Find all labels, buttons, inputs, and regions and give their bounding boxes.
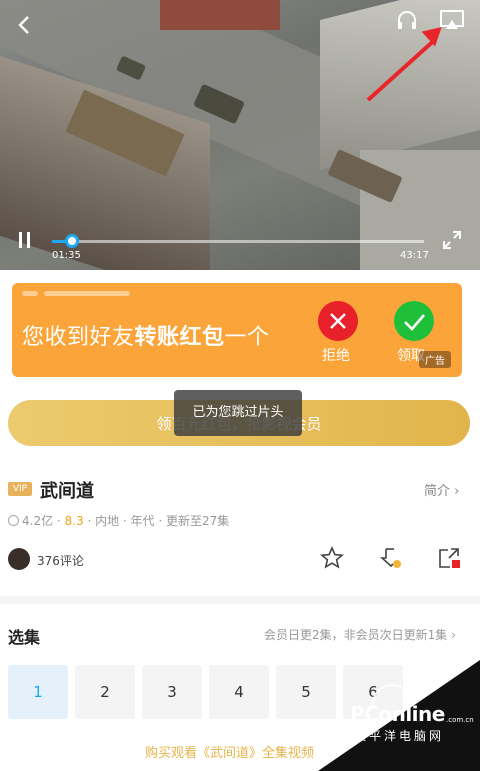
intro-link[interactable]: 简介 › xyxy=(424,480,459,499)
video-frame-building xyxy=(160,0,280,30)
back-icon[interactable] xyxy=(14,14,36,36)
check-icon xyxy=(404,314,425,331)
section-divider xyxy=(0,596,480,604)
ad-message: 您收到好友转账红包一个 xyxy=(22,325,270,350)
headphones-icon[interactable] xyxy=(395,8,419,32)
share-icon[interactable] xyxy=(437,546,461,570)
ad-reject-label[interactable]: 拒绝 xyxy=(322,345,350,365)
play-count-icon xyxy=(8,515,19,526)
video-player[interactable]: 01:35 43:17 xyxy=(0,0,480,270)
pause-icon[interactable] xyxy=(16,232,34,250)
skip-intro-toast: 已为您跳过片头 xyxy=(174,390,302,436)
episode-button[interactable]: 4 xyxy=(209,665,269,719)
vip-badge: VIP xyxy=(8,482,32,496)
watermark-brand: PConline xyxy=(350,702,445,726)
total-time: 43:17 xyxy=(400,250,429,261)
episode-button[interactable]: 1 xyxy=(8,665,68,719)
episode-button[interactable]: 2 xyxy=(75,665,135,719)
episode-button[interactable]: 3 xyxy=(142,665,202,719)
episodes-title: 选集 xyxy=(8,628,41,647)
comments-link[interactable]: 376评论 xyxy=(37,552,84,569)
ad-decoration xyxy=(44,291,130,296)
show-meta-rest: · 内地 · 年代 · 更新至27集 xyxy=(87,514,230,528)
show-title: 武间道 xyxy=(40,481,94,502)
show-score: 8.3 xyxy=(64,514,84,528)
current-time: 01:35 xyxy=(52,250,81,261)
watermark-subtitle: 太平洋电脑网 xyxy=(354,729,445,743)
play-count: 4.2亿 xyxy=(22,514,54,528)
progress-bar[interactable] xyxy=(52,234,424,248)
star-icon[interactable] xyxy=(320,546,344,570)
fullscreen-icon[interactable] xyxy=(442,230,462,250)
ad-reject-button[interactable] xyxy=(318,301,358,341)
chevron-right-icon: › xyxy=(454,484,460,499)
watermark-domain: .com.cn xyxy=(446,716,474,724)
ad-accept-button[interactable] xyxy=(394,301,434,341)
show-meta: 4.2亿 · 8.3 · 内地 · 年代 · 更新至27集 xyxy=(8,512,229,529)
download-icon[interactable] xyxy=(379,546,403,570)
buy-full-series-link[interactable]: 购买观看《武间道》全集视频 xyxy=(145,742,314,761)
ad-decoration xyxy=(22,291,38,296)
ad-banner[interactable]: 您收到好友转账红包一个 拒绝 领取 广告 xyxy=(12,283,462,377)
close-icon xyxy=(330,313,346,329)
avatar[interactable] xyxy=(8,548,30,570)
chevron-right-icon: › xyxy=(451,628,456,642)
episodes-update-info[interactable]: 会员日更2集，非会员次日更新1集 › xyxy=(264,626,456,643)
cast-icon[interactable] xyxy=(439,8,465,32)
ad-badge: 广告 xyxy=(419,351,451,368)
